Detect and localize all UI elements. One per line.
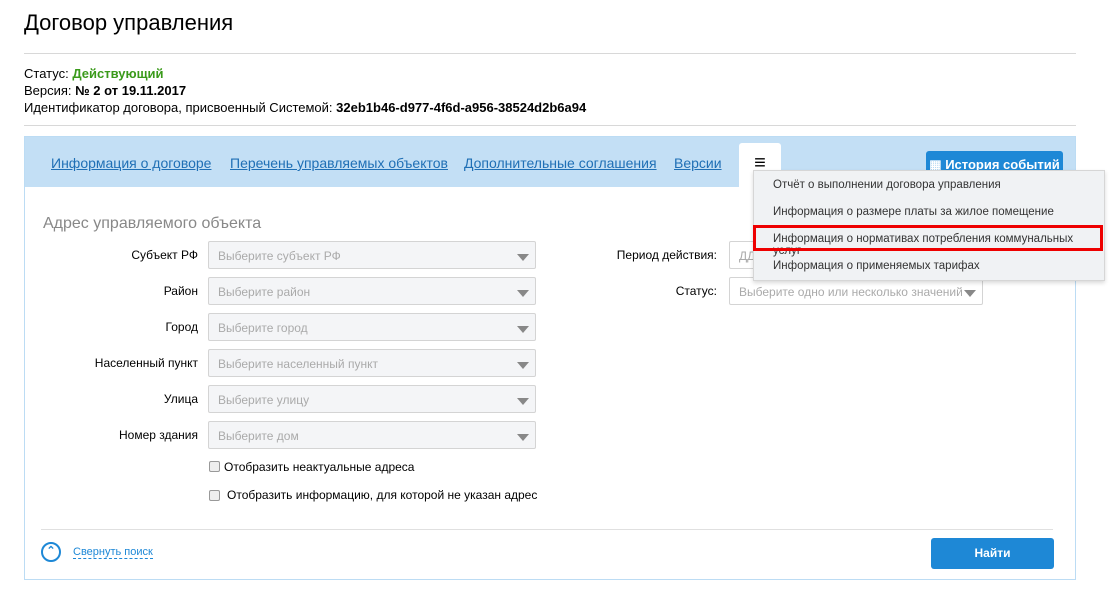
show-no-address-checkbox[interactable] bbox=[209, 490, 220, 501]
placeholder: Выберите дом bbox=[218, 429, 299, 443]
tab-managed-objects[interactable]: Перечень управляемых объектов bbox=[230, 155, 448, 171]
status-select[interactable]: Выберите одно или несколько значений bbox=[729, 277, 983, 305]
city-select[interactable]: Выберите город bbox=[208, 313, 536, 341]
id-label: Идентификатор договора, присвоенный Сист… bbox=[24, 100, 333, 115]
show-outdated-checkbox[interactable] bbox=[209, 461, 220, 472]
locality-select[interactable]: Выберите населенный пункт bbox=[208, 349, 536, 377]
street-select[interactable]: Выберите улицу bbox=[208, 385, 536, 413]
section-title: Адрес управляемого объекта bbox=[43, 215, 262, 232]
placeholder: Выберите город bbox=[218, 321, 308, 335]
chevron-down-icon bbox=[517, 254, 529, 261]
chevron-down-icon bbox=[517, 326, 529, 333]
page-title: Договор управления bbox=[24, 10, 234, 35]
period-label: Период действия: bbox=[616, 248, 717, 262]
divider bbox=[41, 529, 1053, 530]
tab-additional-agreements[interactable]: Дополнительные соглашения bbox=[464, 155, 657, 171]
version-label: Версия: bbox=[24, 83, 72, 98]
chevron-down-icon bbox=[517, 434, 529, 441]
building-select[interactable]: Выберите дом bbox=[208, 421, 536, 449]
chevron-up-icon[interactable]: ⌃ bbox=[41, 542, 61, 562]
tab-versions[interactable]: Версии bbox=[674, 155, 722, 171]
field-label: Город bbox=[165, 320, 198, 334]
contract-meta: Статус: Действующий Версия: № 2 от 19.11… bbox=[24, 65, 586, 116]
find-button[interactable]: Найти bbox=[931, 538, 1054, 569]
field-label: Номер здания bbox=[118, 428, 198, 442]
chevron-down-icon bbox=[517, 362, 529, 369]
highlight-box bbox=[753, 225, 1103, 251]
status-value: Действующий bbox=[72, 66, 164, 81]
placeholder: Выберите улицу bbox=[218, 393, 310, 407]
menu-item-tariffs[interactable]: Информация о применяемых тарифах bbox=[773, 260, 980, 272]
status-label: Статус: bbox=[675, 284, 717, 298]
placeholder: Выберите населенный пункт bbox=[218, 357, 378, 371]
field-label: Субъект РФ bbox=[131, 248, 198, 262]
field-label: Район bbox=[163, 284, 198, 298]
chevron-down-icon bbox=[517, 290, 529, 297]
chevron-down-icon bbox=[964, 290, 976, 297]
menu-item-housing-fee[interactable]: Информация о размере платы за жилое поме… bbox=[773, 206, 1054, 218]
field-label: Улица bbox=[163, 392, 198, 406]
placeholder: Выберите субъект РФ bbox=[218, 249, 341, 263]
field-label: Населенный пункт bbox=[94, 356, 198, 370]
collapse-search-link[interactable]: Свернуть поиск bbox=[73, 546, 153, 559]
version-value: № 2 от 19.11.2017 bbox=[75, 83, 187, 98]
id-value: 32eb1b46-d977-4f6d-a956-38524d2b6a94 bbox=[336, 100, 587, 115]
district-select[interactable]: Выберите район bbox=[208, 277, 536, 305]
checkbox-label: Отобразить информацию, для которой не ук… bbox=[227, 488, 538, 502]
placeholder: Выберите одно или несколько значений bbox=[739, 285, 963, 299]
status-label: Статус: bbox=[24, 66, 69, 81]
region-select[interactable]: Выберите субъект РФ bbox=[208, 241, 536, 269]
tab-contract-info[interactable]: Информация о договоре bbox=[51, 155, 211, 171]
chevron-down-icon bbox=[517, 398, 529, 405]
divider bbox=[24, 125, 1076, 126]
divider bbox=[24, 53, 1076, 54]
checkbox-label: Отобразить неактуальные адреса bbox=[224, 460, 415, 474]
placeholder: Выберите район bbox=[218, 285, 311, 299]
menu-item-report[interactable]: Отчёт о выполнении договора управления bbox=[773, 179, 1001, 191]
